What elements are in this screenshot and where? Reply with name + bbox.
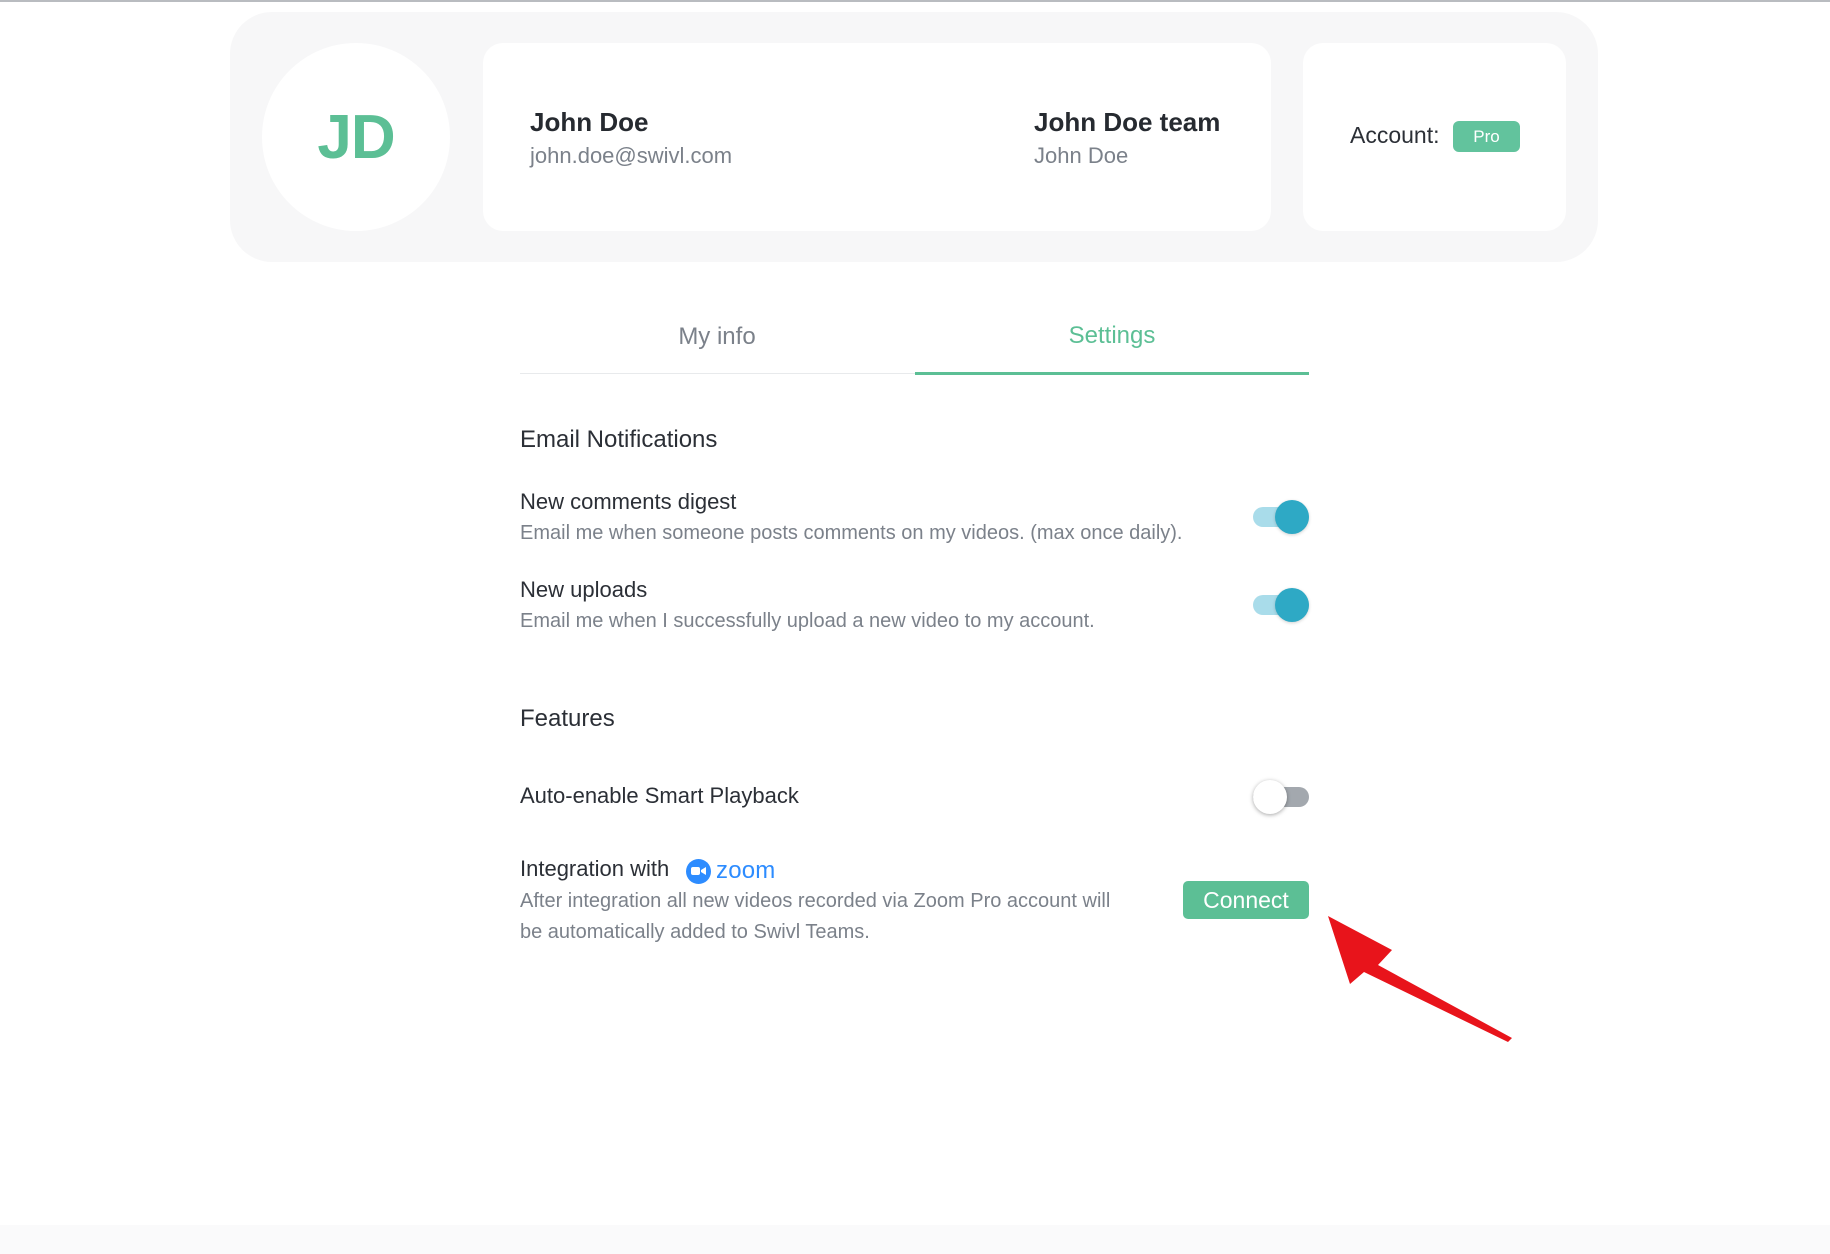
- features-heading: Features: [520, 705, 615, 732]
- new-uploads-description: Email me when I successfully upload a ne…: [520, 610, 1095, 632]
- zoom-camera-icon: [686, 858, 711, 884]
- toggle-knob: [1275, 588, 1309, 622]
- user-email: john.doe@swivl.com: [530, 143, 733, 168]
- zoom-logo: zoom: [686, 857, 776, 885]
- new-uploads-toggle[interactable]: [1253, 588, 1309, 622]
- tab-settings[interactable]: Settings: [915, 300, 1309, 375]
- zoom-integration-description-line1: After integration all new videos recorde…: [520, 890, 1111, 912]
- zoom-wordmark: zoom: [716, 857, 776, 884]
- email-notifications-heading: Email Notifications: [520, 426, 718, 453]
- user-card: John Doe john.doe@swivl.com John Doe tea…: [483, 43, 1271, 231]
- smart-playback-title: Auto-enable Smart Playback: [520, 783, 799, 808]
- new-comments-digest-description: Email me when someone posts comments on …: [520, 522, 1183, 544]
- new-comments-digest-toggle[interactable]: [1253, 500, 1309, 534]
- new-comments-digest-title: New comments digest: [520, 489, 737, 514]
- top-border: [0, 0, 1830, 2]
- zoom-integration-description-line2: be automatically added to Swivl Teams.: [520, 921, 870, 943]
- profile-tabs: My info Settings: [520, 300, 1309, 375]
- new-uploads-title: New uploads: [520, 577, 648, 602]
- toggle-knob: [1253, 780, 1287, 814]
- toggle-knob: [1275, 500, 1309, 534]
- account-type-badge: Pro: [1453, 121, 1520, 152]
- user-name: John Doe: [530, 107, 649, 137]
- tab-my-info[interactable]: My info: [520, 300, 914, 374]
- account-label: Account:: [1350, 122, 1440, 148]
- avatar: JD: [262, 43, 450, 231]
- team-owner: John Doe: [1034, 143, 1129, 168]
- bottom-edge: [0, 1225, 1830, 1254]
- account-card: Account: Pro: [1303, 43, 1566, 231]
- smart-playback-toggle[interactable]: [1253, 780, 1309, 814]
- team-name: John Doe team: [1034, 107, 1221, 137]
- red-arrow-annotation: [1328, 916, 1512, 1042]
- zoom-connect-button[interactable]: Connect: [1183, 881, 1309, 919]
- zoom-integration-title: Integration with: [520, 856, 670, 881]
